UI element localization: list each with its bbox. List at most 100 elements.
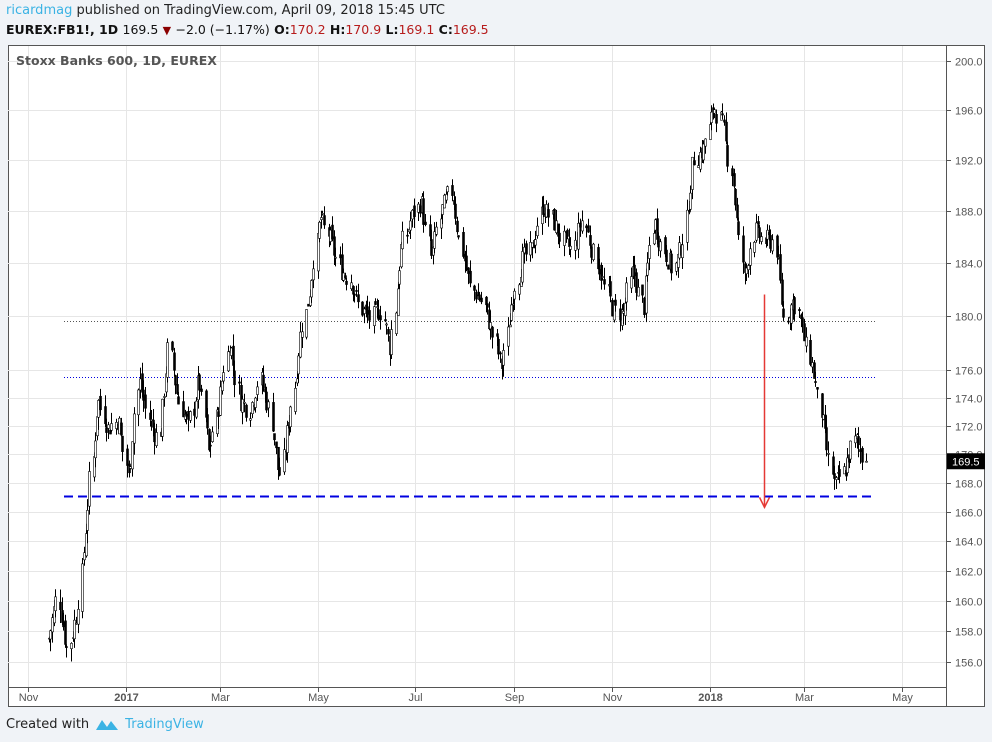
candle bbox=[283, 449, 286, 473]
candle bbox=[217, 411, 220, 417]
y-tick-label: 188.0 bbox=[955, 207, 983, 219]
candle bbox=[301, 331, 304, 338]
candle bbox=[70, 643, 73, 649]
candle bbox=[387, 329, 390, 335]
candle bbox=[601, 276, 604, 278]
candle bbox=[312, 268, 315, 281]
y-tick-label: 174.0 bbox=[955, 394, 983, 406]
y-tick-label: 196.0 bbox=[955, 106, 983, 118]
candle bbox=[758, 227, 761, 238]
candle bbox=[757, 221, 760, 225]
candle bbox=[173, 352, 176, 371]
chart-frame bbox=[8, 45, 985, 707]
candle bbox=[809, 339, 812, 365]
x-tick-label: 2018 bbox=[698, 692, 722, 704]
candle bbox=[462, 231, 465, 257]
candle bbox=[275, 441, 278, 449]
candle bbox=[473, 285, 476, 291]
candle bbox=[782, 308, 785, 318]
candle bbox=[525, 243, 528, 255]
price-chart[interactable]: 156.0158.0160.0162.0164.0166.0168.0170.0… bbox=[0, 0, 992, 742]
candle bbox=[510, 304, 513, 321]
candle bbox=[200, 388, 203, 392]
candle bbox=[771, 239, 774, 252]
candle bbox=[422, 198, 425, 225]
candle bbox=[480, 297, 483, 303]
candle bbox=[686, 209, 689, 243]
candle bbox=[177, 396, 180, 405]
candle bbox=[272, 402, 275, 432]
candle bbox=[753, 241, 756, 253]
candle bbox=[825, 427, 828, 451]
candle bbox=[189, 411, 192, 421]
x-tick-label: Mar bbox=[795, 692, 814, 704]
candle bbox=[256, 386, 259, 395]
candle bbox=[507, 326, 510, 347]
x-tick-label: Sep bbox=[505, 692, 525, 704]
candle bbox=[409, 220, 412, 231]
candle bbox=[648, 245, 651, 259]
candle bbox=[451, 185, 454, 196]
candle bbox=[155, 432, 158, 447]
candle bbox=[641, 284, 644, 296]
candle bbox=[536, 225, 539, 237]
x-tick-label: Mar bbox=[211, 692, 230, 704]
candle bbox=[721, 113, 724, 116]
y-tick-label: 162.0 bbox=[955, 567, 983, 579]
y-tick-label: 172.0 bbox=[955, 422, 983, 434]
candle bbox=[614, 299, 617, 306]
candle bbox=[171, 341, 174, 351]
candle bbox=[230, 347, 233, 356]
candle bbox=[713, 109, 716, 114]
candle bbox=[185, 413, 188, 417]
candle bbox=[249, 418, 252, 421]
y-tick-label: 176.0 bbox=[955, 366, 983, 378]
candle bbox=[206, 414, 209, 429]
candle bbox=[435, 226, 438, 235]
candle bbox=[816, 387, 819, 390]
candle bbox=[219, 386, 222, 416]
candle bbox=[187, 411, 190, 420]
candle bbox=[521, 251, 524, 283]
candle bbox=[355, 290, 358, 292]
candle bbox=[456, 220, 459, 233]
candle bbox=[75, 622, 78, 625]
candle bbox=[99, 395, 102, 411]
candle bbox=[238, 381, 241, 384]
candle bbox=[294, 387, 297, 412]
candle bbox=[688, 210, 691, 213]
y-tick-label: 168.0 bbox=[955, 479, 983, 491]
candle bbox=[646, 262, 649, 276]
candle bbox=[321, 213, 324, 215]
candle bbox=[725, 121, 728, 142]
candle bbox=[592, 243, 595, 260]
y-tick-label: 158.0 bbox=[955, 627, 983, 639]
candle bbox=[222, 372, 225, 382]
candle bbox=[241, 399, 244, 413]
candle bbox=[118, 417, 121, 435]
candle bbox=[801, 317, 804, 324]
candle bbox=[115, 422, 118, 429]
candle bbox=[144, 394, 147, 409]
candle bbox=[755, 222, 758, 241]
candle bbox=[581, 220, 584, 232]
candle bbox=[254, 397, 257, 408]
x-tick-label: Jul bbox=[408, 692, 422, 704]
candle bbox=[814, 381, 817, 383]
candle bbox=[457, 235, 460, 238]
candle bbox=[297, 355, 300, 375]
x-tick-label: Nov bbox=[19, 692, 39, 704]
candle bbox=[835, 477, 838, 480]
candle bbox=[310, 280, 313, 298]
candle bbox=[195, 400, 198, 418]
tradingview-link[interactable]: TradingView bbox=[125, 717, 204, 732]
created-with-text: Created with bbox=[6, 716, 90, 732]
candle bbox=[62, 621, 65, 628]
candle bbox=[637, 287, 640, 297]
candle bbox=[736, 204, 739, 219]
candle bbox=[120, 422, 123, 436]
candle bbox=[689, 192, 692, 210]
y-tick-label: 184.0 bbox=[955, 259, 983, 271]
candle bbox=[798, 309, 801, 312]
last-price-label: 169.5 bbox=[952, 456, 980, 468]
